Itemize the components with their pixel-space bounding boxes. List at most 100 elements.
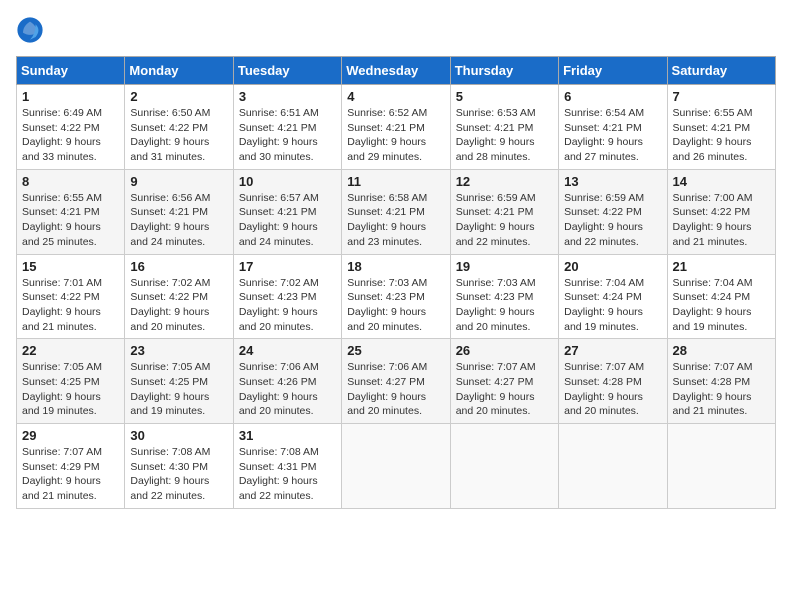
calendar-cell: 6 Sunrise: 6:54 AM Sunset: 4:21 PM Dayli…: [559, 85, 667, 170]
calendar-cell: 30 Sunrise: 7:08 AM Sunset: 4:30 PM Dayl…: [125, 424, 233, 509]
weekday-header: SundayMondayTuesdayWednesdayThursdayFrid…: [17, 57, 776, 85]
day-number: 30: [130, 428, 227, 443]
calendar-body: 1 Sunrise: 6:49 AM Sunset: 4:22 PM Dayli…: [17, 85, 776, 509]
calendar-cell: 12 Sunrise: 6:59 AM Sunset: 4:21 PM Dayl…: [450, 169, 558, 254]
day-info: Sunrise: 6:51 AM Sunset: 4:21 PM Dayligh…: [239, 106, 336, 165]
calendar-cell: [450, 424, 558, 509]
day-number: 25: [347, 343, 444, 358]
calendar-cell: 4 Sunrise: 6:52 AM Sunset: 4:21 PM Dayli…: [342, 85, 450, 170]
calendar-cell: 27 Sunrise: 7:07 AM Sunset: 4:28 PM Dayl…: [559, 339, 667, 424]
day-info: Sunrise: 6:52 AM Sunset: 4:21 PM Dayligh…: [347, 106, 444, 165]
calendar-cell: 16 Sunrise: 7:02 AM Sunset: 4:22 PM Dayl…: [125, 254, 233, 339]
calendar-cell: 24 Sunrise: 7:06 AM Sunset: 4:26 PM Dayl…: [233, 339, 341, 424]
day-number: 7: [673, 89, 770, 104]
day-number: 27: [564, 343, 661, 358]
calendar-cell: 26 Sunrise: 7:07 AM Sunset: 4:27 PM Dayl…: [450, 339, 558, 424]
calendar-week-1: 1 Sunrise: 6:49 AM Sunset: 4:22 PM Dayli…: [17, 85, 776, 170]
calendar-cell: 3 Sunrise: 6:51 AM Sunset: 4:21 PM Dayli…: [233, 85, 341, 170]
logo-icon: [16, 16, 44, 44]
page-header: [16, 16, 776, 44]
day-info: Sunrise: 7:02 AM Sunset: 4:23 PM Dayligh…: [239, 276, 336, 335]
day-number: 20: [564, 259, 661, 274]
weekday-header-saturday: Saturday: [667, 57, 775, 85]
calendar-cell: 15 Sunrise: 7:01 AM Sunset: 4:22 PM Dayl…: [17, 254, 125, 339]
day-number: 11: [347, 174, 444, 189]
day-number: 10: [239, 174, 336, 189]
day-info: Sunrise: 7:01 AM Sunset: 4:22 PM Dayligh…: [22, 276, 119, 335]
day-number: 29: [22, 428, 119, 443]
day-number: 18: [347, 259, 444, 274]
day-info: Sunrise: 7:08 AM Sunset: 4:31 PM Dayligh…: [239, 445, 336, 504]
day-number: 21: [673, 259, 770, 274]
day-info: Sunrise: 6:54 AM Sunset: 4:21 PM Dayligh…: [564, 106, 661, 165]
calendar-cell: 25 Sunrise: 7:06 AM Sunset: 4:27 PM Dayl…: [342, 339, 450, 424]
day-number: 17: [239, 259, 336, 274]
calendar-week-5: 29 Sunrise: 7:07 AM Sunset: 4:29 PM Dayl…: [17, 424, 776, 509]
day-number: 12: [456, 174, 553, 189]
day-number: 14: [673, 174, 770, 189]
day-info: Sunrise: 6:53 AM Sunset: 4:21 PM Dayligh…: [456, 106, 553, 165]
day-number: 4: [347, 89, 444, 104]
day-number: 16: [130, 259, 227, 274]
calendar-cell: 10 Sunrise: 6:57 AM Sunset: 4:21 PM Dayl…: [233, 169, 341, 254]
day-number: 24: [239, 343, 336, 358]
day-number: 2: [130, 89, 227, 104]
day-info: Sunrise: 6:59 AM Sunset: 4:22 PM Dayligh…: [564, 191, 661, 250]
day-info: Sunrise: 6:55 AM Sunset: 4:21 PM Dayligh…: [22, 191, 119, 250]
day-info: Sunrise: 6:56 AM Sunset: 4:21 PM Dayligh…: [130, 191, 227, 250]
day-info: Sunrise: 7:03 AM Sunset: 4:23 PM Dayligh…: [456, 276, 553, 335]
day-info: Sunrise: 7:07 AM Sunset: 4:29 PM Dayligh…: [22, 445, 119, 504]
calendar-cell: 11 Sunrise: 6:58 AM Sunset: 4:21 PM Dayl…: [342, 169, 450, 254]
day-info: Sunrise: 7:02 AM Sunset: 4:22 PM Dayligh…: [130, 276, 227, 335]
calendar-week-4: 22 Sunrise: 7:05 AM Sunset: 4:25 PM Dayl…: [17, 339, 776, 424]
calendar-week-3: 15 Sunrise: 7:01 AM Sunset: 4:22 PM Dayl…: [17, 254, 776, 339]
day-info: Sunrise: 7:05 AM Sunset: 4:25 PM Dayligh…: [22, 360, 119, 419]
logo: [16, 16, 46, 44]
calendar-table: SundayMondayTuesdayWednesdayThursdayFrid…: [16, 56, 776, 509]
weekday-header-wednesday: Wednesday: [342, 57, 450, 85]
calendar-cell: [559, 424, 667, 509]
day-info: Sunrise: 7:06 AM Sunset: 4:27 PM Dayligh…: [347, 360, 444, 419]
day-info: Sunrise: 6:57 AM Sunset: 4:21 PM Dayligh…: [239, 191, 336, 250]
day-number: 5: [456, 89, 553, 104]
day-info: Sunrise: 7:05 AM Sunset: 4:25 PM Dayligh…: [130, 360, 227, 419]
day-number: 15: [22, 259, 119, 274]
calendar-cell: 23 Sunrise: 7:05 AM Sunset: 4:25 PM Dayl…: [125, 339, 233, 424]
day-info: Sunrise: 7:06 AM Sunset: 4:26 PM Dayligh…: [239, 360, 336, 419]
day-info: Sunrise: 6:49 AM Sunset: 4:22 PM Dayligh…: [22, 106, 119, 165]
day-number: 23: [130, 343, 227, 358]
day-info: Sunrise: 6:58 AM Sunset: 4:21 PM Dayligh…: [347, 191, 444, 250]
calendar-cell: 29 Sunrise: 7:07 AM Sunset: 4:29 PM Dayl…: [17, 424, 125, 509]
day-number: 9: [130, 174, 227, 189]
day-number: 19: [456, 259, 553, 274]
day-number: 31: [239, 428, 336, 443]
day-number: 22: [22, 343, 119, 358]
calendar-cell: 13 Sunrise: 6:59 AM Sunset: 4:22 PM Dayl…: [559, 169, 667, 254]
day-info: Sunrise: 6:59 AM Sunset: 4:21 PM Dayligh…: [456, 191, 553, 250]
day-info: Sunrise: 7:03 AM Sunset: 4:23 PM Dayligh…: [347, 276, 444, 335]
day-number: 6: [564, 89, 661, 104]
calendar-cell: 19 Sunrise: 7:03 AM Sunset: 4:23 PM Dayl…: [450, 254, 558, 339]
calendar-cell: 22 Sunrise: 7:05 AM Sunset: 4:25 PM Dayl…: [17, 339, 125, 424]
calendar-cell: 28 Sunrise: 7:07 AM Sunset: 4:28 PM Dayl…: [667, 339, 775, 424]
day-info: Sunrise: 7:00 AM Sunset: 4:22 PM Dayligh…: [673, 191, 770, 250]
weekday-header-tuesday: Tuesday: [233, 57, 341, 85]
calendar-cell: 2 Sunrise: 6:50 AM Sunset: 4:22 PM Dayli…: [125, 85, 233, 170]
day-number: 28: [673, 343, 770, 358]
day-number: 26: [456, 343, 553, 358]
day-info: Sunrise: 6:55 AM Sunset: 4:21 PM Dayligh…: [673, 106, 770, 165]
calendar-cell: 9 Sunrise: 6:56 AM Sunset: 4:21 PM Dayli…: [125, 169, 233, 254]
calendar-cell: 31 Sunrise: 7:08 AM Sunset: 4:31 PM Dayl…: [233, 424, 341, 509]
calendar-cell: 5 Sunrise: 6:53 AM Sunset: 4:21 PM Dayli…: [450, 85, 558, 170]
calendar-cell: 21 Sunrise: 7:04 AM Sunset: 4:24 PM Dayl…: [667, 254, 775, 339]
calendar-cell: 18 Sunrise: 7:03 AM Sunset: 4:23 PM Dayl…: [342, 254, 450, 339]
day-info: Sunrise: 7:04 AM Sunset: 4:24 PM Dayligh…: [564, 276, 661, 335]
day-info: Sunrise: 7:07 AM Sunset: 4:27 PM Dayligh…: [456, 360, 553, 419]
day-number: 3: [239, 89, 336, 104]
weekday-header-sunday: Sunday: [17, 57, 125, 85]
day-number: 8: [22, 174, 119, 189]
calendar-cell: 1 Sunrise: 6:49 AM Sunset: 4:22 PM Dayli…: [17, 85, 125, 170]
calendar-cell: [342, 424, 450, 509]
calendar-cell: 20 Sunrise: 7:04 AM Sunset: 4:24 PM Dayl…: [559, 254, 667, 339]
calendar-week-2: 8 Sunrise: 6:55 AM Sunset: 4:21 PM Dayli…: [17, 169, 776, 254]
